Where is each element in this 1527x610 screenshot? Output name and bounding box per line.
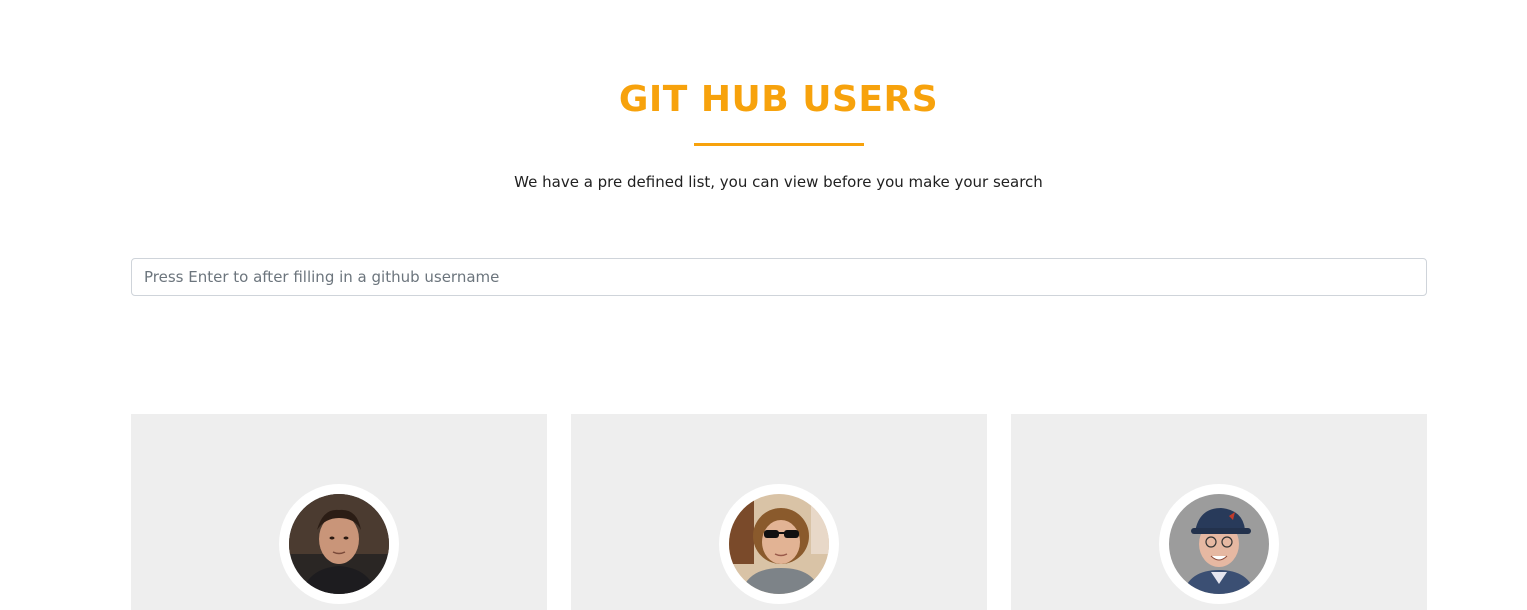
user-card[interactable]	[1011, 414, 1427, 610]
user-avatar-photo-icon	[729, 494, 829, 594]
page-subtitle: We have a pre defined list, you can view…	[514, 173, 1043, 191]
user-avatar-photo-icon	[289, 494, 389, 594]
user-card[interactable]	[571, 414, 987, 610]
user-avatar[interactable]	[729, 494, 829, 594]
user-card[interactable]	[131, 414, 547, 610]
avatar-frame	[719, 484, 839, 604]
github-username-search-input[interactable]	[131, 258, 1427, 296]
page: GIT HUB USERS We have a pre defined list…	[0, 0, 1527, 610]
user-avatar-photo-icon	[1169, 494, 1269, 594]
page-title: GIT HUB USERS	[618, 79, 939, 120]
avatar-frame	[279, 484, 399, 604]
avatar-frame	[1159, 484, 1279, 604]
user-avatar[interactable]	[289, 494, 389, 594]
user-avatar[interactable]	[1169, 494, 1269, 594]
title-underline	[694, 143, 864, 146]
